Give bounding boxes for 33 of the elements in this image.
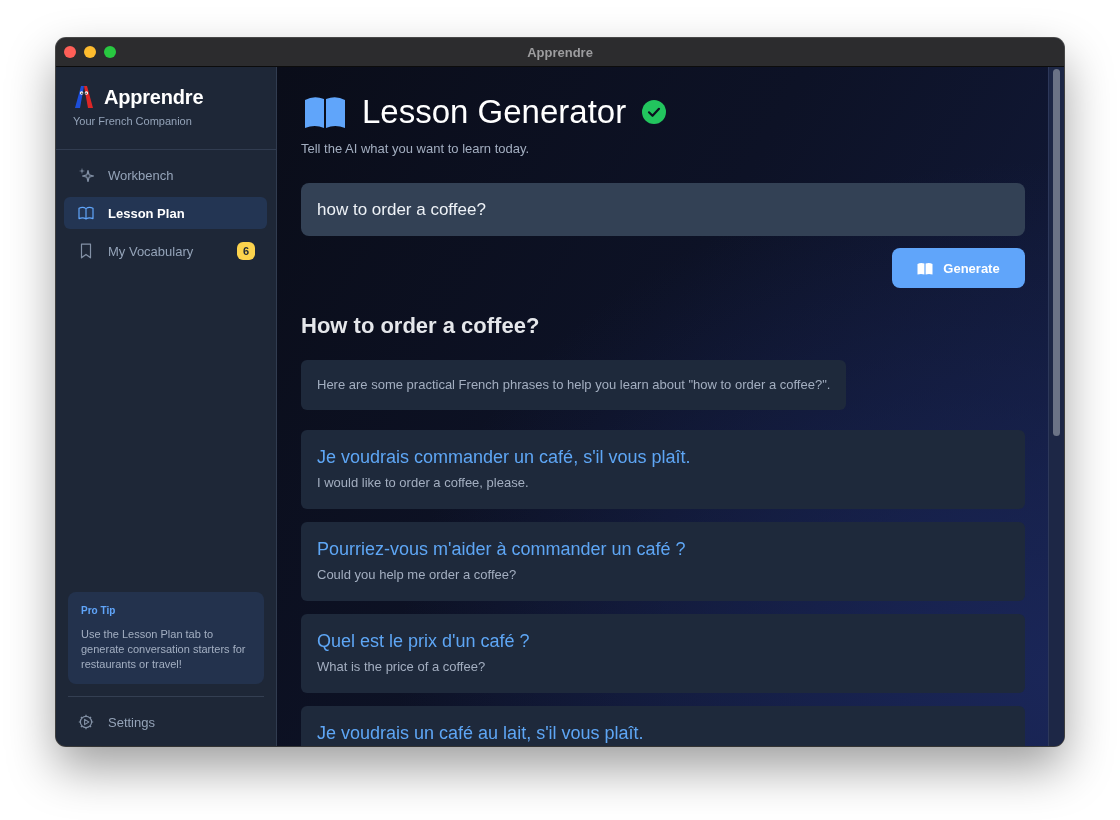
intro-note: Here are some practical French phrases to help you learn about "how to order a coffee?". [301, 360, 847, 410]
tip-text: Use the Lesson Plan tab to generate conversation starters for restaurants or travel! [81, 627, 247, 672]
scrollbar-thumb[interactable] [1053, 69, 1060, 436]
french-phrase: Je voudrais un café au lait, s'il vous plaît. [317, 722, 645, 744]
english-translation: Could you help me order a coffee? [317, 566, 518, 584]
app-name: Apprendre [104, 85, 204, 109]
tip-title: Pro Tip [81, 604, 117, 618]
gear-icon [78, 714, 94, 730]
sparkle-icon [78, 167, 94, 183]
book-icon [78, 205, 94, 221]
bookmark-icon [78, 243, 94, 259]
minimize-button[interactable] [84, 46, 96, 58]
nav-item[interactable]: My Vocabulary 6 [64, 235, 267, 267]
app-tagline: Your French Companion [73, 114, 193, 128]
nav-item[interactable]: Lesson Plan [64, 197, 267, 229]
nav-item[interactable]: Workbench [64, 159, 267, 191]
window-title: Apprendre [527, 44, 593, 60]
settings-item[interactable]: Settings [64, 706, 268, 738]
book-icon [304, 95, 346, 129]
page-title: Lesson Generator [362, 92, 627, 132]
french-phrase: Quel est le prix d'un café ? [317, 630, 531, 652]
prompt-field[interactable]: how to order a coffee? [301, 183, 1025, 236]
book-icon [917, 261, 934, 275]
french-phrase: Je voudrais commander un café, s'il vous plaît. [317, 446, 692, 468]
zoom-button[interactable] [104, 46, 116, 58]
french-phrase: Pourriez-vous m'aider à commander un café ? [317, 538, 687, 560]
lesson-heading: How to order a coffee? [301, 312, 541, 340]
count-badge: 6 [237, 242, 255, 260]
english-translation: What is the price of a coffee? [317, 658, 487, 676]
english-translation: I would like to order a coffee, please. [317, 474, 530, 492]
close-button[interactable] [64, 46, 76, 58]
logo-icon [73, 85, 95, 109]
page-subtitle: Tell the AI what you want to learn today. [301, 140, 531, 158]
